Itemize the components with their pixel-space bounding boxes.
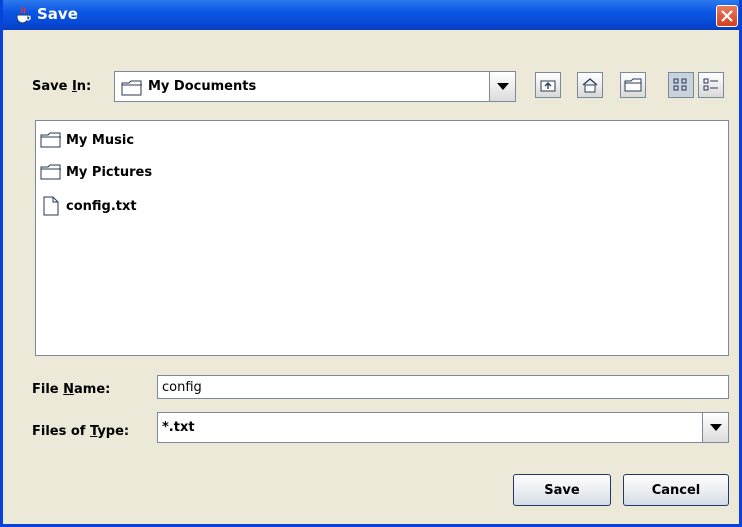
file-name: My Music bbox=[66, 132, 135, 148]
list-view-icon bbox=[673, 78, 687, 91]
java-cup-icon bbox=[16, 6, 31, 24]
save-in-label: Save In: bbox=[32, 79, 92, 94]
home-icon bbox=[582, 78, 598, 93]
close-button[interactable] bbox=[716, 5, 738, 27]
file-name-input[interactable] bbox=[157, 375, 729, 399]
up-one-level-button[interactable] bbox=[535, 72, 561, 98]
new-folder-icon bbox=[624, 78, 642, 92]
home-button[interactable] bbox=[577, 72, 603, 98]
title-bar[interactable]: Save bbox=[3, 0, 739, 30]
save-dialog: Save Save In: My Documents My Music My P… bbox=[0, 0, 742, 527]
close-icon bbox=[721, 10, 733, 22]
file-type-combo[interactable]: *.txt bbox=[157, 412, 729, 443]
file-list[interactable]: My Music My Pictures config.txt bbox=[35, 120, 729, 356]
file-name: config.txt bbox=[66, 198, 137, 214]
save-in-dropdown-button[interactable] bbox=[489, 72, 515, 101]
file-name-label: File Name: bbox=[32, 382, 111, 397]
file-type-value: *.txt bbox=[162, 420, 195, 435]
window-title: Save bbox=[37, 5, 78, 23]
save-button[interactable]: Save bbox=[513, 474, 611, 506]
list-item[interactable]: My Music bbox=[40, 129, 134, 151]
details-view-button[interactable] bbox=[698, 72, 724, 98]
chevron-down-icon bbox=[496, 83, 509, 90]
new-folder-button[interactable] bbox=[620, 72, 646, 98]
file-type-dropdown-button[interactable] bbox=[702, 413, 728, 442]
folder-icon bbox=[121, 80, 142, 96]
file-name: My Pictures bbox=[66, 164, 153, 180]
file-type-label: Files of Type: bbox=[32, 424, 130, 439]
list-item[interactable]: My Pictures bbox=[40, 161, 152, 183]
folder-icon bbox=[40, 164, 61, 180]
list-item[interactable]: config.txt bbox=[40, 195, 137, 217]
save-in-value: My Documents bbox=[148, 79, 257, 94]
chevron-down-icon bbox=[709, 424, 722, 431]
file-icon bbox=[43, 196, 59, 216]
cancel-button[interactable]: Cancel bbox=[623, 474, 729, 506]
folder-icon bbox=[40, 132, 61, 148]
list-view-button[interactable] bbox=[668, 72, 694, 98]
save-in-combo[interactable]: My Documents bbox=[114, 71, 516, 102]
details-view-icon bbox=[703, 78, 718, 91]
up-one-level-icon bbox=[540, 80, 556, 92]
